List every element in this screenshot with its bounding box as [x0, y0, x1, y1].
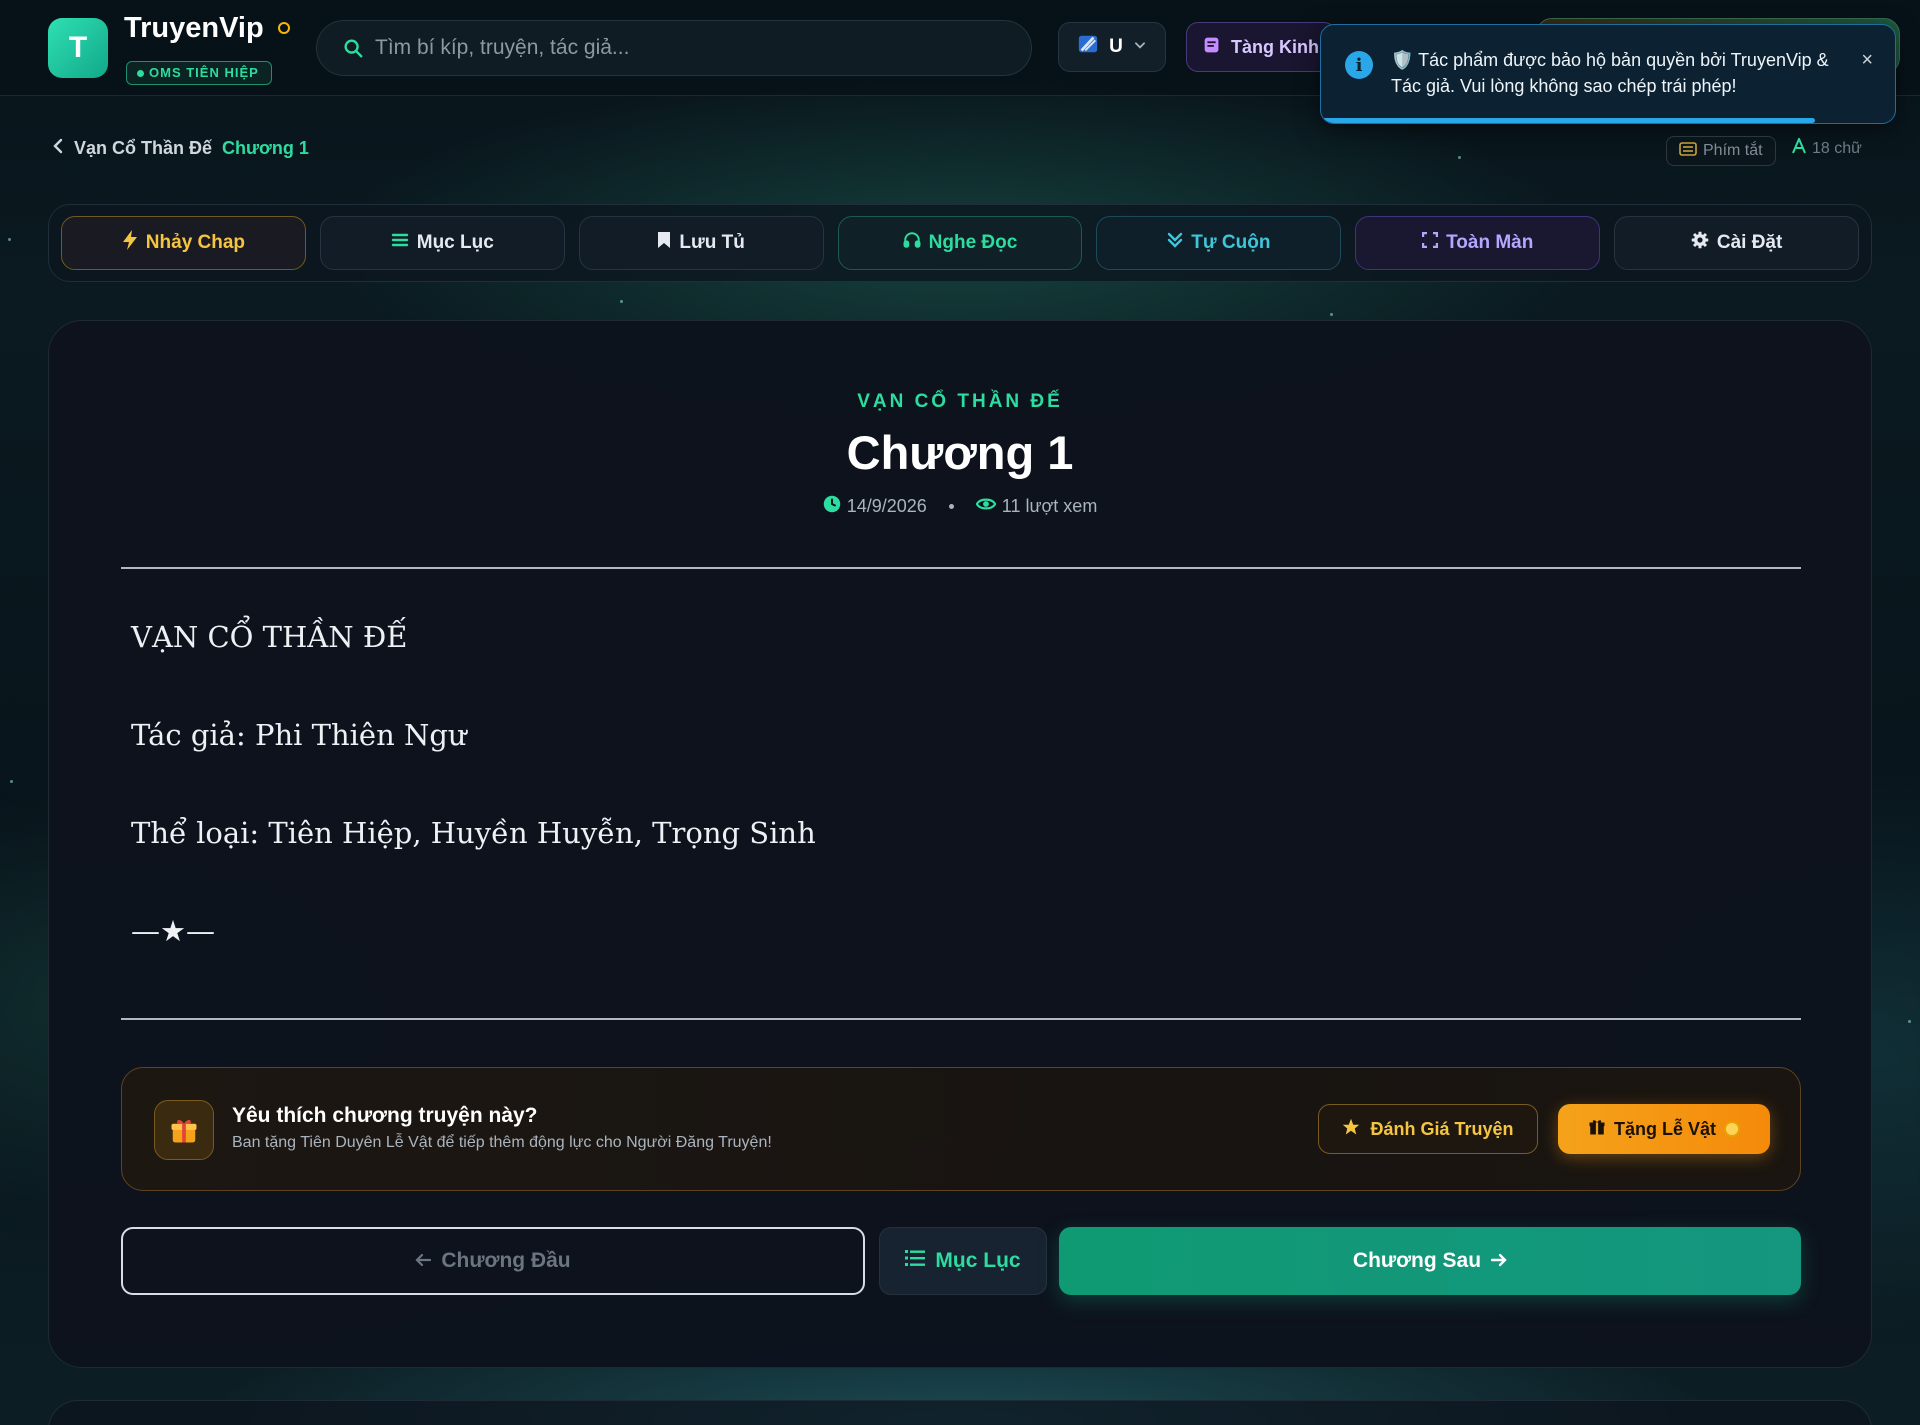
- bottom-toc-button[interactable]: Mục Lục: [879, 1227, 1047, 1295]
- reader-toolbar: Nhảy Chap Mục Lục Lưu Tủ Nghe Đọc Tự Cuộ…: [48, 204, 1872, 282]
- word-count: 18 chữ: [1792, 136, 1862, 159]
- toast-message: 🛡️ Tác phẩm được bảo hộ bản quyền bởi Tr…: [1391, 50, 1829, 96]
- jump-chapter-label: Nhảy Chap: [145, 232, 246, 253]
- logo-letter: T: [68, 31, 88, 64]
- chevron-down-icon: [1133, 36, 1147, 58]
- first-chapter-label: Chương Đầu: [441, 1249, 571, 1272]
- fullscreen-label: Toàn Màn: [1446, 232, 1534, 253]
- gift-icon: [154, 1100, 214, 1160]
- breadcrumb: Vạn Cổ Thần Đế Chương 1: [52, 138, 309, 159]
- library-label: Tàng Kinh: [1231, 36, 1319, 57]
- logo[interactable]: T: [48, 18, 108, 78]
- bottom-toc-label: Mục Lục: [935, 1249, 1021, 1272]
- content-divider-bottom: [121, 1018, 1801, 1020]
- info-icon: i: [1345, 51, 1373, 79]
- chapter-meta: 14/9/2026 11 lượt xem: [49, 495, 1871, 518]
- view-count: 11 lượt xem: [975, 496, 1098, 517]
- chevron-left-icon[interactable]: [52, 138, 64, 159]
- breadcrumb-book[interactable]: Vạn Cổ Thần Đế: [74, 138, 212, 159]
- support-title: Yêu thích chương truyện này?: [232, 1104, 538, 1127]
- content-paragraph: Tác giả: Phi Thiên Ngư: [131, 718, 467, 752]
- bookmark-button[interactable]: Lưu Tủ: [578, 216, 824, 270]
- gift-small-icon: [1588, 1118, 1606, 1141]
- content-paragraph: VẠN CỔ THẦN ĐẾ: [131, 620, 408, 654]
- flag-icon: [1077, 33, 1099, 61]
- library-button[interactable]: Tàng Kinh: [1186, 22, 1336, 72]
- arrow-left-icon: [415, 1249, 432, 1273]
- autoscroll-label: Tự Cuộn: [1191, 232, 1271, 253]
- first-chapter-button[interactable]: Chương Đầu: [121, 1227, 865, 1295]
- scroll-icon: [1201, 34, 1223, 61]
- breadcrumb-chapter: Chương 1: [222, 138, 309, 158]
- novel-name[interactable]: VẠN CỔ THẦN ĐẾ: [49, 391, 1871, 413]
- autoscroll-button[interactable]: Tự Cuộn: [1096, 216, 1342, 270]
- chapter-card: VẠN CỔ THẦN ĐẾ Chương 1 14/9/2026 11 lượ…: [48, 320, 1872, 1368]
- double-chevron-down-icon: [1167, 231, 1183, 255]
- font-size-icon: [1792, 136, 1806, 159]
- next-chapter-button[interactable]: Chương Sau: [1059, 1227, 1801, 1295]
- brand-name[interactable]: TruyenVip: [124, 12, 264, 45]
- jump-chapter-button[interactable]: Nhảy Chap: [61, 216, 306, 270]
- language-selector[interactable]: U: [1058, 22, 1166, 72]
- search-input[interactable]: [375, 21, 1031, 75]
- search-icon: [331, 37, 375, 59]
- meta-separator: [948, 504, 954, 509]
- content-divider-top: [121, 567, 1801, 569]
- publish-date: 14/9/2026: [823, 495, 927, 518]
- star-icon: [1342, 1118, 1360, 1141]
- search-bar[interactable]: [316, 20, 1032, 76]
- menu-icon: [391, 232, 409, 254]
- listen-button[interactable]: Nghe Đọc: [837, 216, 1083, 270]
- gear-icon: [1691, 231, 1709, 255]
- rate-story-label: Đánh Giá Truyện: [1370, 1118, 1514, 1139]
- toc-label: Mục Lục: [416, 232, 494, 253]
- shortcuts-button[interactable]: Phím tắt: [1666, 136, 1776, 166]
- support-panel: Yêu thích chương truyện này? Ban tặng Ti…: [121, 1067, 1801, 1191]
- headphones-icon: [903, 231, 921, 255]
- donate-gift-button[interactable]: Tặng Lễ Vật: [1558, 1104, 1770, 1154]
- content-paragraph: —★—: [131, 914, 215, 948]
- settings-button[interactable]: Cài Đặt: [1614, 216, 1860, 270]
- bookmark-label: Lưu Tủ: [679, 232, 745, 253]
- arrow-right-icon: [1490, 1249, 1507, 1273]
- list-icon: [905, 1249, 926, 1273]
- table-of-contents-button[interactable]: Mục Lục: [319, 216, 565, 270]
- fullscreen-button[interactable]: Toàn Màn: [1355, 216, 1601, 270]
- content-paragraph: Thể loại: Tiên Hiệp, Huyền Huyễn, Trọng …: [131, 816, 816, 850]
- settings-label: Cài Đặt: [1716, 232, 1783, 253]
- chapter-title: Chương 1: [846, 426, 1074, 479]
- eye-icon: [975, 496, 997, 517]
- word-count-label: 18 chữ: [1812, 139, 1862, 157]
- toast-progress-bar: [1321, 118, 1815, 123]
- coin-icon: [1724, 1121, 1740, 1137]
- lightning-icon: [122, 230, 138, 256]
- language-label: U: [1109, 36, 1123, 57]
- listen-label: Nghe Đọc: [928, 232, 1018, 253]
- brand-dot-icon: [278, 22, 290, 34]
- donate-gift-label: Tặng Lễ Vật: [1613, 1118, 1716, 1139]
- clock-icon: [823, 495, 841, 518]
- bookmark-icon: [657, 231, 671, 255]
- brand-badge: OMS TIÊN HIỆP: [126, 61, 272, 85]
- footer-panel: [48, 1400, 1872, 1425]
- support-subtitle: Ban tặng Tiên Duyên Lễ Vật để tiếp thêm …: [232, 1134, 772, 1151]
- view-count-text: 11 lượt xem: [1001, 496, 1098, 516]
- rate-story-button[interactable]: Đánh Giá Truyện: [1318, 1104, 1538, 1154]
- next-chapter-label: Chương Sau: [1352, 1249, 1482, 1272]
- shortcuts-label: Phím tắt: [1703, 142, 1763, 159]
- expand-icon: [1421, 231, 1439, 254]
- copyright-toast: i 🛡️ Tác phẩm được bảo hộ bản quyền bởi …: [1320, 24, 1896, 124]
- chapter-content: VẠN CỔ THẦN ĐẾ Tác giả: Phi Thiên Ngư Th…: [131, 617, 1771, 1009]
- publish-date-text: 14/9/2026: [846, 496, 927, 516]
- close-icon[interactable]: ×: [1861, 49, 1873, 72]
- keyboard-icon: [1679, 141, 1697, 161]
